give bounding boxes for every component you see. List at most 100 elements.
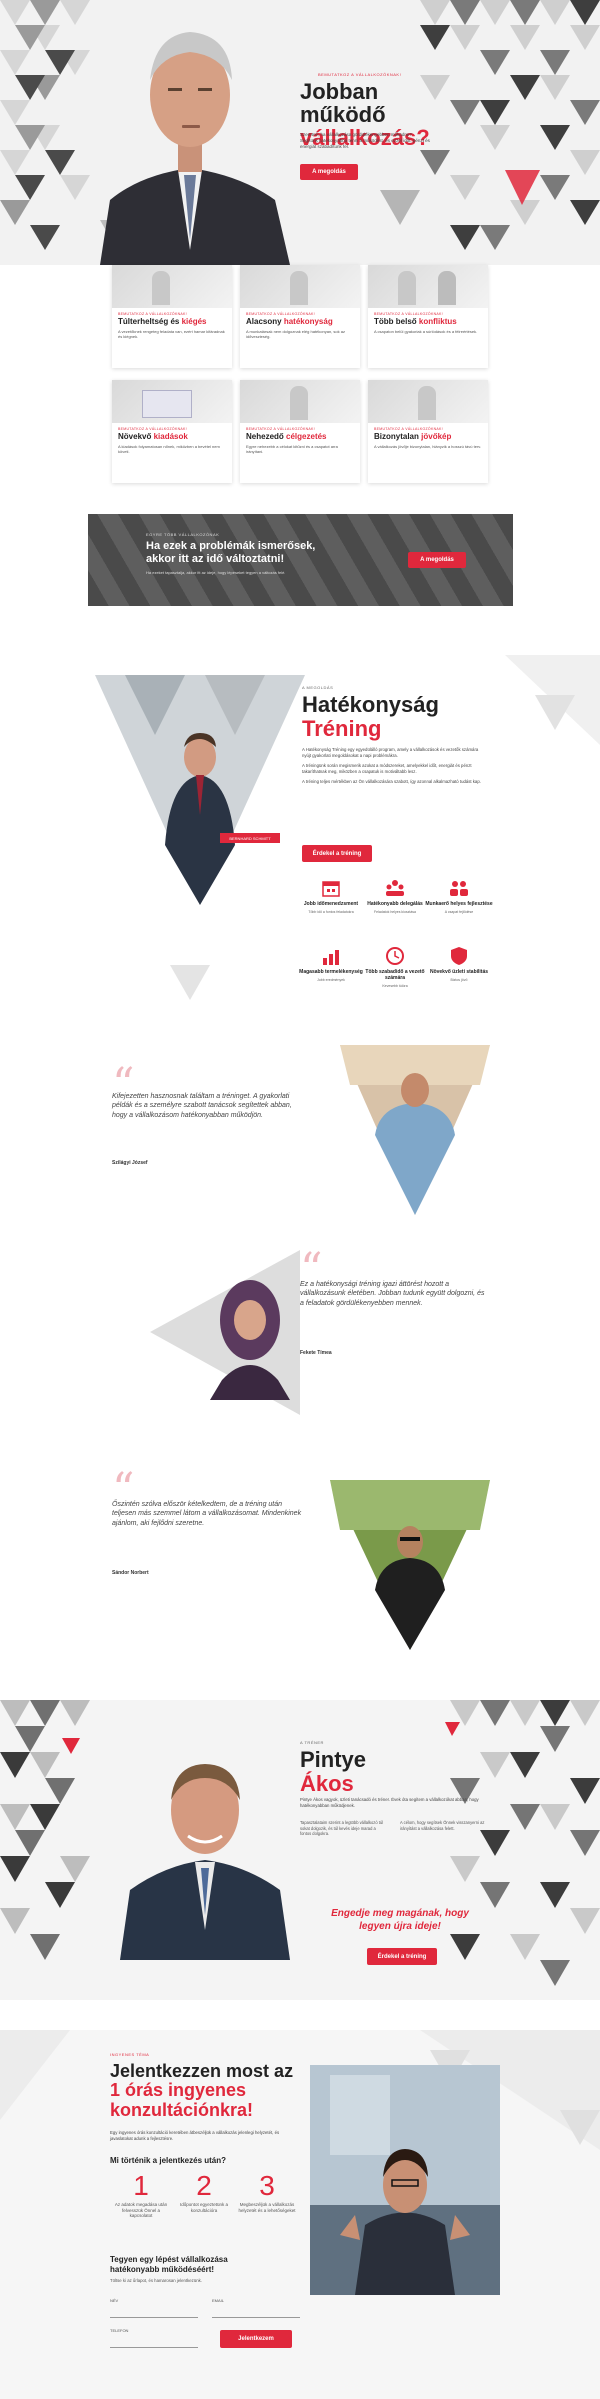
triangle-pattern: [0, 1700, 600, 1986]
training-kicker: A MEGOLDÁS: [302, 685, 334, 690]
trainer-name-first: Pintye: [300, 1747, 367, 1772]
card-title: Túlterheltség és kiégés: [118, 317, 226, 326]
phone-label: TELEFON: [110, 2328, 129, 2333]
training-interest-button[interactable]: Érdekel a tréning: [302, 845, 372, 862]
feature-desc: Feladatok helyes kiosztása: [373, 909, 417, 914]
card-desc: A vezetőknek rengeteg feladata van, ezér…: [118, 329, 225, 340]
feature-item: Munkaerő helyes fejlesztése A csapat fej…: [424, 877, 494, 914]
card-kicker: BEMUTATKOZ A VÁLLALKOZÓKNAK!: [118, 427, 187, 431]
chart-icon: [320, 945, 342, 967]
hero-kicker: BEMUTATKOZ A VÁLLALKOZÓKNAK!: [318, 72, 402, 77]
card-title-a: Növekvő: [118, 432, 152, 441]
email-field[interactable]: [212, 2308, 300, 2318]
testimonial-photo: [330, 1480, 490, 1650]
step-number: 3: [259, 2170, 275, 2201]
problem-card[interactable]: BEMUTATKOZ A VÁLLALKOZÓKNAK! Növekvő kia…: [112, 380, 232, 483]
people-icon: [448, 877, 470, 899]
card-title-b: hatékonyság: [283, 317, 333, 326]
feature-desc: Biztos jövő: [450, 977, 468, 982]
testimonial-text: Kifejezetten hasznosnak találtam a tréni…: [112, 1093, 292, 1119]
signup-kicker: INGYENES TÉMA: [110, 2052, 150, 2057]
cta-desc: Töltse ki az űrlapot, és hamarosan jelen…: [110, 2278, 202, 2283]
training-title: Hatékonyság Tréning: [302, 692, 439, 741]
consultation-photo: [310, 2065, 500, 2295]
phone-field[interactable]: [110, 2338, 198, 2348]
calendar-icon: [320, 877, 342, 899]
hero-title-line1: Jobban működő: [300, 79, 386, 128]
steps-title: Mi történik a jelentkezés után?: [110, 2156, 227, 2165]
step-text: Időpontot egyeztetünk a konzultációra: [179, 2202, 229, 2213]
testimonial-text: Ez a hatékonysági tréning igazi áttörést…: [300, 1281, 485, 1307]
training-text: A Hatékonyság Tréning egy egyedülálló pr…: [302, 747, 487, 785]
problem-card[interactable]: BEMUTATKOZ A VÁLLALKOZÓKNAK! Túlterhelts…: [112, 265, 232, 368]
feature-title: Növekvő üzleti stabilitás: [429, 969, 489, 975]
banner-title: Ha ezek a problémák ismerősek, akkor itt…: [146, 540, 386, 566]
decor-triangle: [170, 965, 210, 1000]
card-title-a: Több belső: [374, 317, 417, 326]
testimonial-text: Őszintén szólva először kételkedtem, de …: [112, 1501, 302, 1527]
card-title-a: Nehezedő: [246, 432, 284, 441]
card-title: Bizonytalan jövőkép: [374, 432, 482, 441]
problem-card[interactable]: BEMUTATKOZ A VÁLLALKOZÓKNAK! Több belső …: [368, 265, 488, 368]
testimonial-photo: [340, 1045, 490, 1215]
trainer-text-col1: Tapasztalataim szerint a legtöbb vállalk…: [300, 1820, 384, 1837]
trainer-interest-button[interactable]: Érdekel a tréning: [367, 1948, 437, 1965]
banner-title-line2: akkor itt az idő változtatni!: [146, 553, 285, 566]
feature-desc: Jobb eredmények: [317, 977, 345, 982]
hero-solution-button[interactable]: A megoldás: [300, 164, 358, 180]
problem-card[interactable]: BEMUTATKOZ A VÁLLALKOZÓKNAK! Nehezedő cé…: [240, 380, 360, 483]
feature-desc: A csapat fejlődése: [444, 909, 474, 914]
training-section: BERNHARD SCHMITT A MEGOLDÁS Hatékonyság …: [0, 655, 600, 1045]
team-icon: [384, 877, 406, 899]
card-image: [240, 265, 360, 308]
feature-title: Hatékonyabb delegálás: [367, 901, 423, 907]
card-title-b: jövőkép: [421, 432, 452, 441]
name-field[interactable]: [110, 2308, 198, 2318]
trainer-kicker: A TRÉNER: [300, 1740, 324, 1745]
card-title-b: célgezetés: [286, 432, 327, 441]
training-triangle-photo: [95, 675, 305, 905]
training-paragraph: A tréning teljes mértékben az Ön vállalk…: [302, 779, 481, 785]
signup-title-line1: Jelentkezzen most az: [110, 2061, 294, 2081]
card-image: [240, 380, 360, 423]
step-number: 1: [133, 2170, 149, 2201]
submit-button[interactable]: Jelentkezem: [220, 2330, 292, 2348]
step-item: 2 Időpontot egyeztetünk a konzultációra: [175, 2170, 233, 2213]
card-title: Növekvő kiadások: [118, 432, 226, 441]
testimonials-section: “ Kifejezetten hasznosnak találtam a tré…: [0, 1040, 600, 1740]
training-paragraph: A Hatékonyság Tréning egy egyedülálló pr…: [302, 747, 479, 759]
trainer-section: A TRÉNER Pintye Ákos Pintye Ákos vagyok,…: [0, 1700, 600, 2000]
signup-title-line3: konzultációnkra!: [110, 2099, 254, 2120]
card-kicker: BEMUTATKOZ A VÁLLALKOZÓKNAK!: [118, 312, 187, 316]
step-text: Az adatok megadása után felvesszük Önnel…: [114, 2202, 168, 2219]
card-kicker: BEMUTATKOZ A VÁLLALKOZÓKNAK!: [374, 312, 443, 316]
banner-kicker: EGYRE TÖBB VÁLLALKOZÓNAK: [146, 532, 220, 537]
step-item: 3 Megbeszéljük a vállalkozás helyzetét é…: [238, 2170, 296, 2213]
step-number: 2: [196, 2170, 212, 2201]
hero-description: Szeretné, ha vállalkozása gördülékenyebb…: [300, 132, 430, 150]
feature-desc: Több idő a fontos feladatokra: [308, 909, 354, 914]
card-image: [368, 380, 488, 423]
cta-banner: EGYRE TÖBB VÁLLALKOZÓNAK Ha ezek a probl…: [88, 514, 513, 606]
hero-section: BEMUTATKOZ A VÁLLALKOZÓKNAK! Jobban műkö…: [0, 0, 600, 265]
feature-item: Több szabadidő a vezető számára Kevesebb…: [360, 945, 430, 988]
card-title-a: Túlterheltség: [118, 317, 169, 326]
card-desc: Egyre nehezebb a célokat kitűzni és a cs…: [246, 444, 338, 455]
feature-title: Magasabb termelékenység: [299, 969, 363, 975]
card-image: [112, 265, 232, 308]
training-paragraph: A tréningünk során megismerik azokat a m…: [302, 763, 472, 775]
step-text: Megbeszéljük a vállalkozás helyzetét és …: [238, 2202, 296, 2213]
banner-solution-button[interactable]: A megoldás: [408, 552, 466, 568]
trainer-name: Pintye Ákos: [300, 1747, 367, 1796]
card-title: Alacsony hatékonyság: [246, 317, 354, 326]
card-title-a: Alacsony: [246, 317, 282, 326]
signup-desc: Egy ingyenes órás konzultáció keretében …: [110, 2130, 280, 2142]
problem-card[interactable]: BEMUTATKOZ A VÁLLALKOZÓKNAK! Alacsony ha…: [240, 265, 360, 368]
slogan-line1: Engedje meg magának, hogy: [331, 1908, 469, 1919]
cta-line1: Tegyen egy lépést vállalkozása: [110, 2255, 228, 2264]
card-desc: A kiadások folyamatosan nőnek, miközben …: [118, 444, 220, 455]
card-title: Több belső konfliktus: [374, 317, 482, 326]
card-desc: A csapaton belül gyakoriak a súrlódások …: [374, 329, 478, 334]
trainer-intro: Pintye Ákos vagyok, üzleti tanácsadó és …: [300, 1797, 479, 1809]
problem-card[interactable]: BEMUTATKOZ A VÁLLALKOZÓKNAK! Bizonytalan…: [368, 380, 488, 483]
